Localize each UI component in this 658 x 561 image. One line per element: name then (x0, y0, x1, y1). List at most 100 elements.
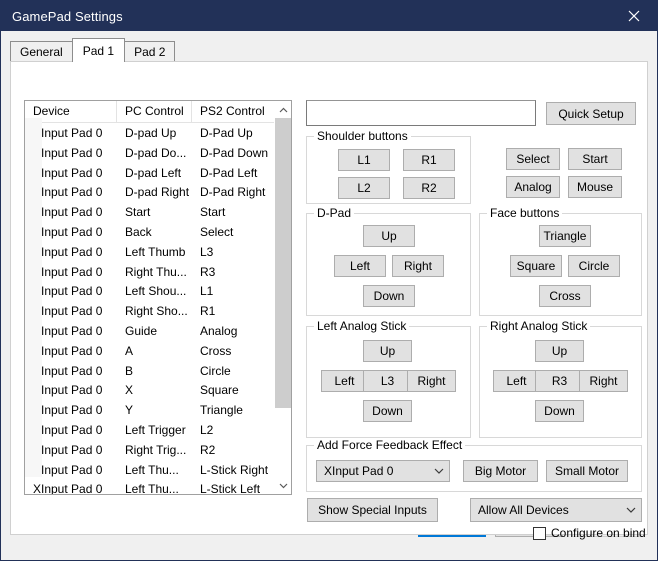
table-row[interactable]: XInput Pad 0 Left Thu... L-Stick Right (25, 460, 291, 480)
table-cell: XInput Pad 0 (33, 482, 103, 495)
left-stick-l3-button[interactable]: L3 (363, 370, 412, 392)
table-row[interactable]: XInput Pad 0 D-pad Left D-Pad Left (25, 163, 291, 183)
table-row[interactable]: XInput Pad 0 Right Sho... R1 (25, 301, 291, 321)
table-cell: D-pad Up (125, 126, 177, 140)
force-feedback-legend: Add Force Feedback Effect (314, 438, 466, 452)
face-button-cross[interactable]: Cross (539, 285, 591, 307)
shoulder-button-l2[interactable]: L2 (338, 177, 390, 199)
face-buttons-group: Face buttons Triangle Square Circle Cros… (479, 206, 642, 316)
binding-list-scroll-thumb[interactable] (275, 118, 291, 408)
column-header-pc-control[interactable]: PC Control (117, 101, 192, 122)
face-button-circle[interactable]: Circle (568, 255, 620, 277)
table-row[interactable]: XInput Pad 0 Guide Analog (25, 321, 291, 341)
right-stick-up-button[interactable]: Up (535, 340, 584, 362)
big-motor-button[interactable]: Big Motor (463, 460, 538, 482)
right-analog-stick-legend: Right Analog Stick (487, 319, 591, 333)
dpad-group: D-Pad Up Left Right Down (306, 206, 471, 316)
quick-setup-button[interactable]: Quick Setup (546, 102, 636, 125)
dpad-right-button[interactable]: Right (392, 255, 444, 277)
left-stick-down-button[interactable]: Down (363, 400, 412, 422)
right-stick-right-button[interactable]: Right (579, 370, 628, 392)
chevron-down-icon[interactable] (275, 477, 291, 494)
close-button[interactable] (611, 1, 657, 31)
table-row[interactable]: XInput Pad 0 Left Thu... L-Stick Left (25, 479, 291, 495)
force-feedback-device-select[interactable]: XInput Pad 0 (316, 460, 450, 482)
bind-input[interactable] (306, 100, 536, 126)
table-cell: Square (200, 383, 239, 398)
left-stick-up-button[interactable]: Up (363, 340, 412, 362)
shoulder-button-r2[interactable]: R2 (403, 177, 455, 199)
system-button-analog[interactable]: Analog (506, 176, 560, 198)
table-row[interactable]: XInput Pad 0 Right Trig... R2 (25, 440, 291, 460)
tabstrip: General Pad 1 Pad 2 (10, 38, 176, 62)
dpad-left-button[interactable]: Left (334, 255, 386, 277)
table-row[interactable]: XInput Pad 0 Left Thumb L3 (25, 242, 291, 262)
table-row[interactable]: XInput Pad 0 Right Thu... R3 (25, 262, 291, 282)
device-filter-select[interactable]: Allow All Devices (470, 498, 642, 522)
table-row[interactable]: XInput Pad 0 Left Trigger L2 (25, 420, 291, 440)
tab-pad-1-label: Pad 1 (82, 43, 115, 58)
table-cell: A (125, 343, 134, 358)
binding-list-header: Device PC Control PS2 Control (25, 101, 291, 123)
table-cell: D-Pad Down (200, 145, 269, 160)
tab-panel-pad-1: Device PC Control PS2 Control XInput Pad… (10, 61, 648, 540)
table-cell: D-Pad Up (200, 126, 253, 140)
table-row[interactable]: XInput Pad 0 Start Start (25, 202, 291, 222)
table-row[interactable]: XInput Pad 0 D-pad Do... D-Pad Down (25, 143, 291, 163)
system-button-start[interactable]: Start (568, 148, 622, 170)
face-button-square[interactable]: Square (510, 255, 562, 277)
tab-general[interactable]: General (10, 41, 73, 61)
right-stick-r3-button[interactable]: R3 (535, 370, 584, 392)
table-row[interactable]: XInput Pad 0 X Square (25, 380, 291, 400)
binding-list-scrollbar[interactable] (274, 101, 291, 494)
table-cell: R3 (200, 264, 216, 279)
table-row[interactable]: XInput Pad 0 D-pad Right D-Pad Right (25, 182, 291, 202)
dpad-up-button[interactable]: Up (363, 225, 415, 247)
dpad-legend: D-Pad (314, 206, 355, 220)
chevron-down-icon (429, 461, 449, 481)
configure-on-bind-checkbox[interactable]: Configure on bind (533, 526, 646, 540)
table-row[interactable]: XInput Pad 0 B Circle (25, 361, 291, 381)
binding-list-scroll-track[interactable] (25, 118, 42, 477)
configure-on-bind-label: Configure on bind (551, 526, 646, 540)
shoulder-button-r1[interactable]: R1 (403, 149, 455, 171)
shoulder-buttons-legend: Shoulder buttons (314, 129, 411, 143)
table-cell: L1 (200, 284, 214, 299)
system-button-select[interactable]: Select (506, 148, 560, 170)
show-special-inputs-button[interactable]: Show Special Inputs (307, 498, 438, 522)
table-row[interactable]: XInput Pad 0 Back Select (25, 222, 291, 242)
left-stick-left-button[interactable]: Left (321, 370, 368, 392)
table-cell: D-pad Right (125, 185, 190, 200)
table-cell: Back (125, 224, 152, 239)
table-cell: Circle (200, 363, 231, 378)
right-stick-left-button[interactable]: Left (493, 370, 540, 392)
binding-list[interactable]: Device PC Control PS2 Control XInput Pad… (24, 100, 292, 495)
table-row[interactable]: XInput Pad 0 Y Triangle (25, 400, 291, 420)
table-cell: R1 (200, 304, 216, 319)
table-row[interactable]: XInput Pad 0 A Cross (25, 341, 291, 361)
table-cell: D-pad Left (125, 165, 182, 180)
table-cell: Guide (125, 323, 158, 338)
right-analog-stick-group: Right Analog Stick Up Left R3 Right Down (479, 319, 642, 438)
table-row[interactable]: XInput Pad 0 Left Shou... L1 (25, 281, 291, 301)
face-button-triangle[interactable]: Triangle (539, 225, 591, 247)
right-stick-down-button[interactable]: Down (535, 400, 584, 422)
tab-pad-1[interactable]: Pad 1 (71, 38, 126, 62)
chevron-up-icon[interactable] (275, 101, 291, 118)
column-header-ps2-control[interactable]: PS2 Control (192, 101, 276, 122)
chevron-down-icon (621, 499, 641, 521)
shoulder-buttons-group: Shoulder buttons L1 R1 L2 R2 (306, 129, 471, 204)
table-cell: L3 (200, 244, 214, 259)
left-stick-right-button[interactable]: Right (407, 370, 456, 392)
shoulder-button-l1[interactable]: L1 (338, 149, 390, 171)
small-motor-button[interactable]: Small Motor (546, 460, 628, 482)
table-cell: Left Shou... (125, 284, 187, 299)
tab-pad-2[interactable]: Pad 2 (124, 41, 176, 61)
dpad-down-button[interactable]: Down (363, 285, 415, 307)
checkbox-box[interactable] (533, 526, 546, 540)
left-analog-stick-group: Left Analog Stick Up Left L3 Right Down (306, 319, 471, 438)
system-button-mouse[interactable]: Mouse (568, 176, 622, 198)
table-row[interactable]: XInput Pad 0 D-pad Up D-Pad Up (25, 123, 291, 143)
table-cell: X (125, 383, 134, 398)
tab-general-label: General (20, 44, 63, 59)
